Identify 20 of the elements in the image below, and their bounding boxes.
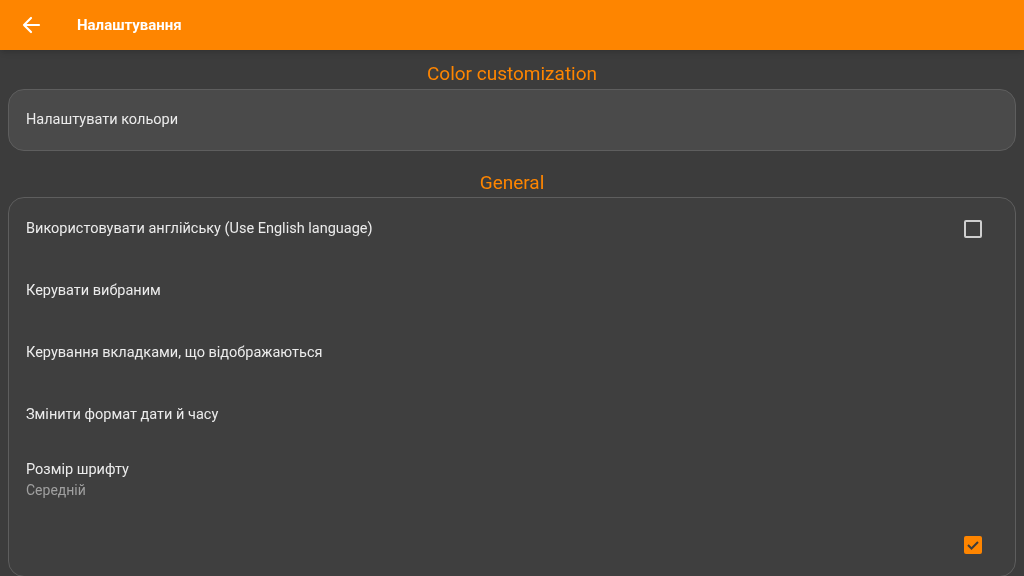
row-label: Використовувати англійську (Use English language) <box>26 219 374 240</box>
check-icon <box>966 538 980 552</box>
settings-row[interactable]: Керування вкладками, що відображаються <box>9 322 1015 384</box>
row-summary: Середній <box>26 481 87 501</box>
settings-row[interactable]: Керувати вибраним <box>9 260 1015 322</box>
settings-row[interactable]: Розмір шрифту Середній <box>9 446 1015 514</box>
section-title: Color customization <box>426 61 598 87</box>
checkbox[interactable] <box>964 536 982 554</box>
row-label: Налаштувати кольори <box>26 109 180 130</box>
row-label: Керування вкладками, що відображаються <box>26 343 324 364</box>
settings-row[interactable]: Налаштувати кольори <box>9 89 1015 150</box>
settings-row[interactable]: Змінити формат дати й часу <box>9 384 1015 446</box>
row-label: Керувати вибраним <box>26 281 162 302</box>
settings-row[interactable]: Використовувати англійську (Use English language) <box>9 198 1015 260</box>
section-title: General <box>479 169 545 196</box>
screen-title: Налаштування <box>77 14 182 36</box>
checkbox[interactable] <box>964 220 982 238</box>
row-label: Розмір шрифту <box>26 459 130 480</box>
back-icon[interactable] <box>20 14 42 36</box>
row-label: Змінити формат дати й часу <box>26 405 220 426</box>
